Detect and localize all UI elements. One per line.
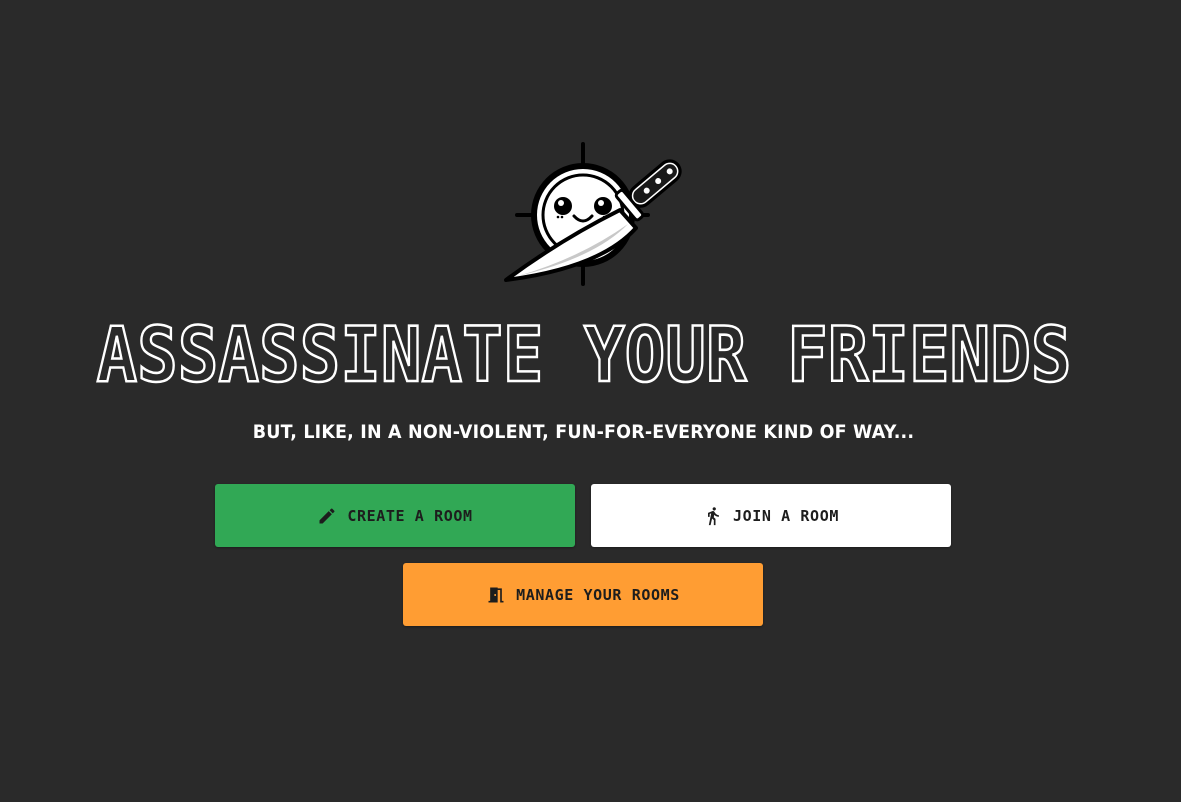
manage-rooms-button[interactable]: MANAGE YOUR ROOMS [403,563,763,626]
page-title-text: ASSASSINATE YOUR FRIENDS [97,311,1072,399]
manage-rooms-label: MANAGE YOUR ROOMS [516,585,680,604]
pencil-icon [317,506,337,526]
walking-person-icon [703,506,723,526]
door-icon [486,585,506,605]
join-room-label: JOIN A ROOM [733,506,839,525]
create-room-label: CREATE A ROOM [347,506,473,525]
create-room-button[interactable]: CREATE A ROOM [215,484,575,547]
app-logo [500,140,695,290]
page-title: ASSASSINATE YOUR FRIENDS [0,311,1181,401]
page-subtitle: BUT, LIKE, IN A NON-VIOLENT, FUN-FOR-EVE… [252,421,915,443]
knife-target-logo-icon [504,142,682,286]
join-room-button[interactable]: JOIN A ROOM [591,484,951,547]
landing-page: ASSASSINATE YOUR FRIENDS BUT, LIKE, IN A… [0,0,1181,802]
